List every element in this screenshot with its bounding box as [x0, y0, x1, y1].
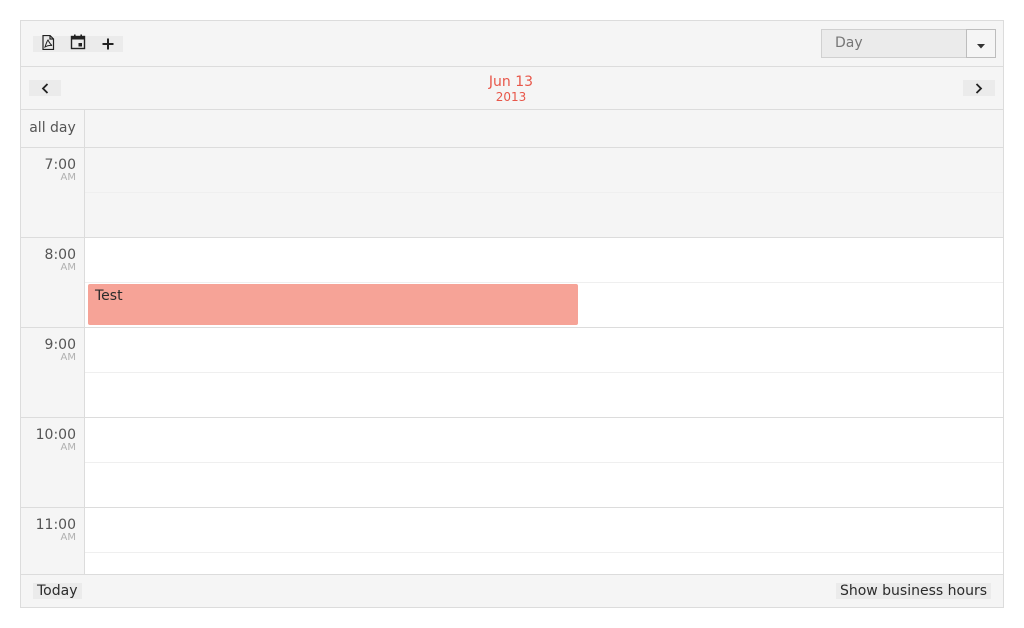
time-cell[interactable]: [85, 418, 1003, 463]
time-slot: 8:00 AM: [21, 238, 84, 328]
current-date-year: 2013: [495, 90, 527, 104]
time-cell[interactable]: [85, 148, 1003, 193]
calendar-icon: [70, 34, 86, 54]
time-cell[interactable]: [85, 508, 1003, 553]
time-ampm: AM: [60, 532, 76, 543]
calendar-button[interactable]: [63, 34, 93, 54]
plus-icon: [102, 35, 114, 54]
view-select[interactable]: Day: [821, 29, 996, 58]
time-hour: 11:00: [35, 517, 76, 533]
scheduler: Day Jun 13 2013 all day 7:00 AM 8:00 AM …: [20, 20, 1004, 608]
pdf-icon: [41, 34, 55, 54]
time-cell[interactable]: [85, 193, 1003, 238]
footer: Today Show business hours: [21, 574, 1003, 607]
caret-down-icon: [977, 34, 985, 53]
time-cell[interactable]: [85, 328, 1003, 373]
day-column: [85, 148, 1003, 574]
time-ampm: AM: [60, 442, 76, 453]
time-slot: 9:00 AM: [21, 328, 84, 418]
view-select-value: Day: [835, 35, 863, 51]
next-day-button[interactable]: [963, 80, 995, 96]
current-date-day: Jun 13: [488, 74, 534, 90]
time-hour: 10:00: [35, 427, 76, 443]
time-hour: 9:00: [44, 337, 76, 353]
time-ampm: AM: [60, 352, 76, 363]
time-cell[interactable]: [85, 373, 1003, 418]
toolbar-button-group: [33, 34, 123, 54]
all-day-label: all day: [21, 110, 85, 147]
time-ampm: AM: [60, 172, 76, 183]
event-test[interactable]: Test: [88, 284, 578, 325]
previous-day-button[interactable]: [29, 80, 61, 96]
time-grid: 7:00 AM 8:00 AM 9:00 AM 10:00 AM 11:00 A…: [21, 148, 1003, 574]
chevron-right-icon: [975, 79, 983, 98]
toolbar: Day: [21, 21, 1003, 67]
today-button[interactable]: Today: [33, 583, 82, 599]
time-cell[interactable]: [85, 463, 1003, 508]
show-business-hours-button[interactable]: Show business hours: [835, 583, 991, 599]
time-slot: 10:00 AM: [21, 418, 84, 508]
time-hour: 8:00: [44, 247, 76, 263]
view-select-arrow-button[interactable]: [966, 29, 996, 58]
time-ampm: AM: [60, 262, 76, 273]
time-hour: 7:00: [44, 157, 76, 173]
add-event-button[interactable]: [93, 36, 123, 52]
time-cell[interactable]: [85, 553, 1003, 574]
all-day-row[interactable]: all day: [21, 110, 1003, 148]
date-header: Jun 13 2013: [21, 67, 1003, 110]
time-column: 7:00 AM 8:00 AM 9:00 AM 10:00 AM 11:00 A…: [21, 148, 85, 574]
time-slot: 7:00 AM: [21, 148, 84, 238]
time-slot: 11:00 AM: [21, 508, 84, 574]
event-title: Test: [95, 288, 123, 304]
pdf-export-button[interactable]: [33, 34, 63, 54]
time-cell[interactable]: [85, 238, 1003, 283]
current-date-title: Jun 13 2013: [461, 74, 561, 104]
chevron-left-icon: [41, 79, 49, 98]
